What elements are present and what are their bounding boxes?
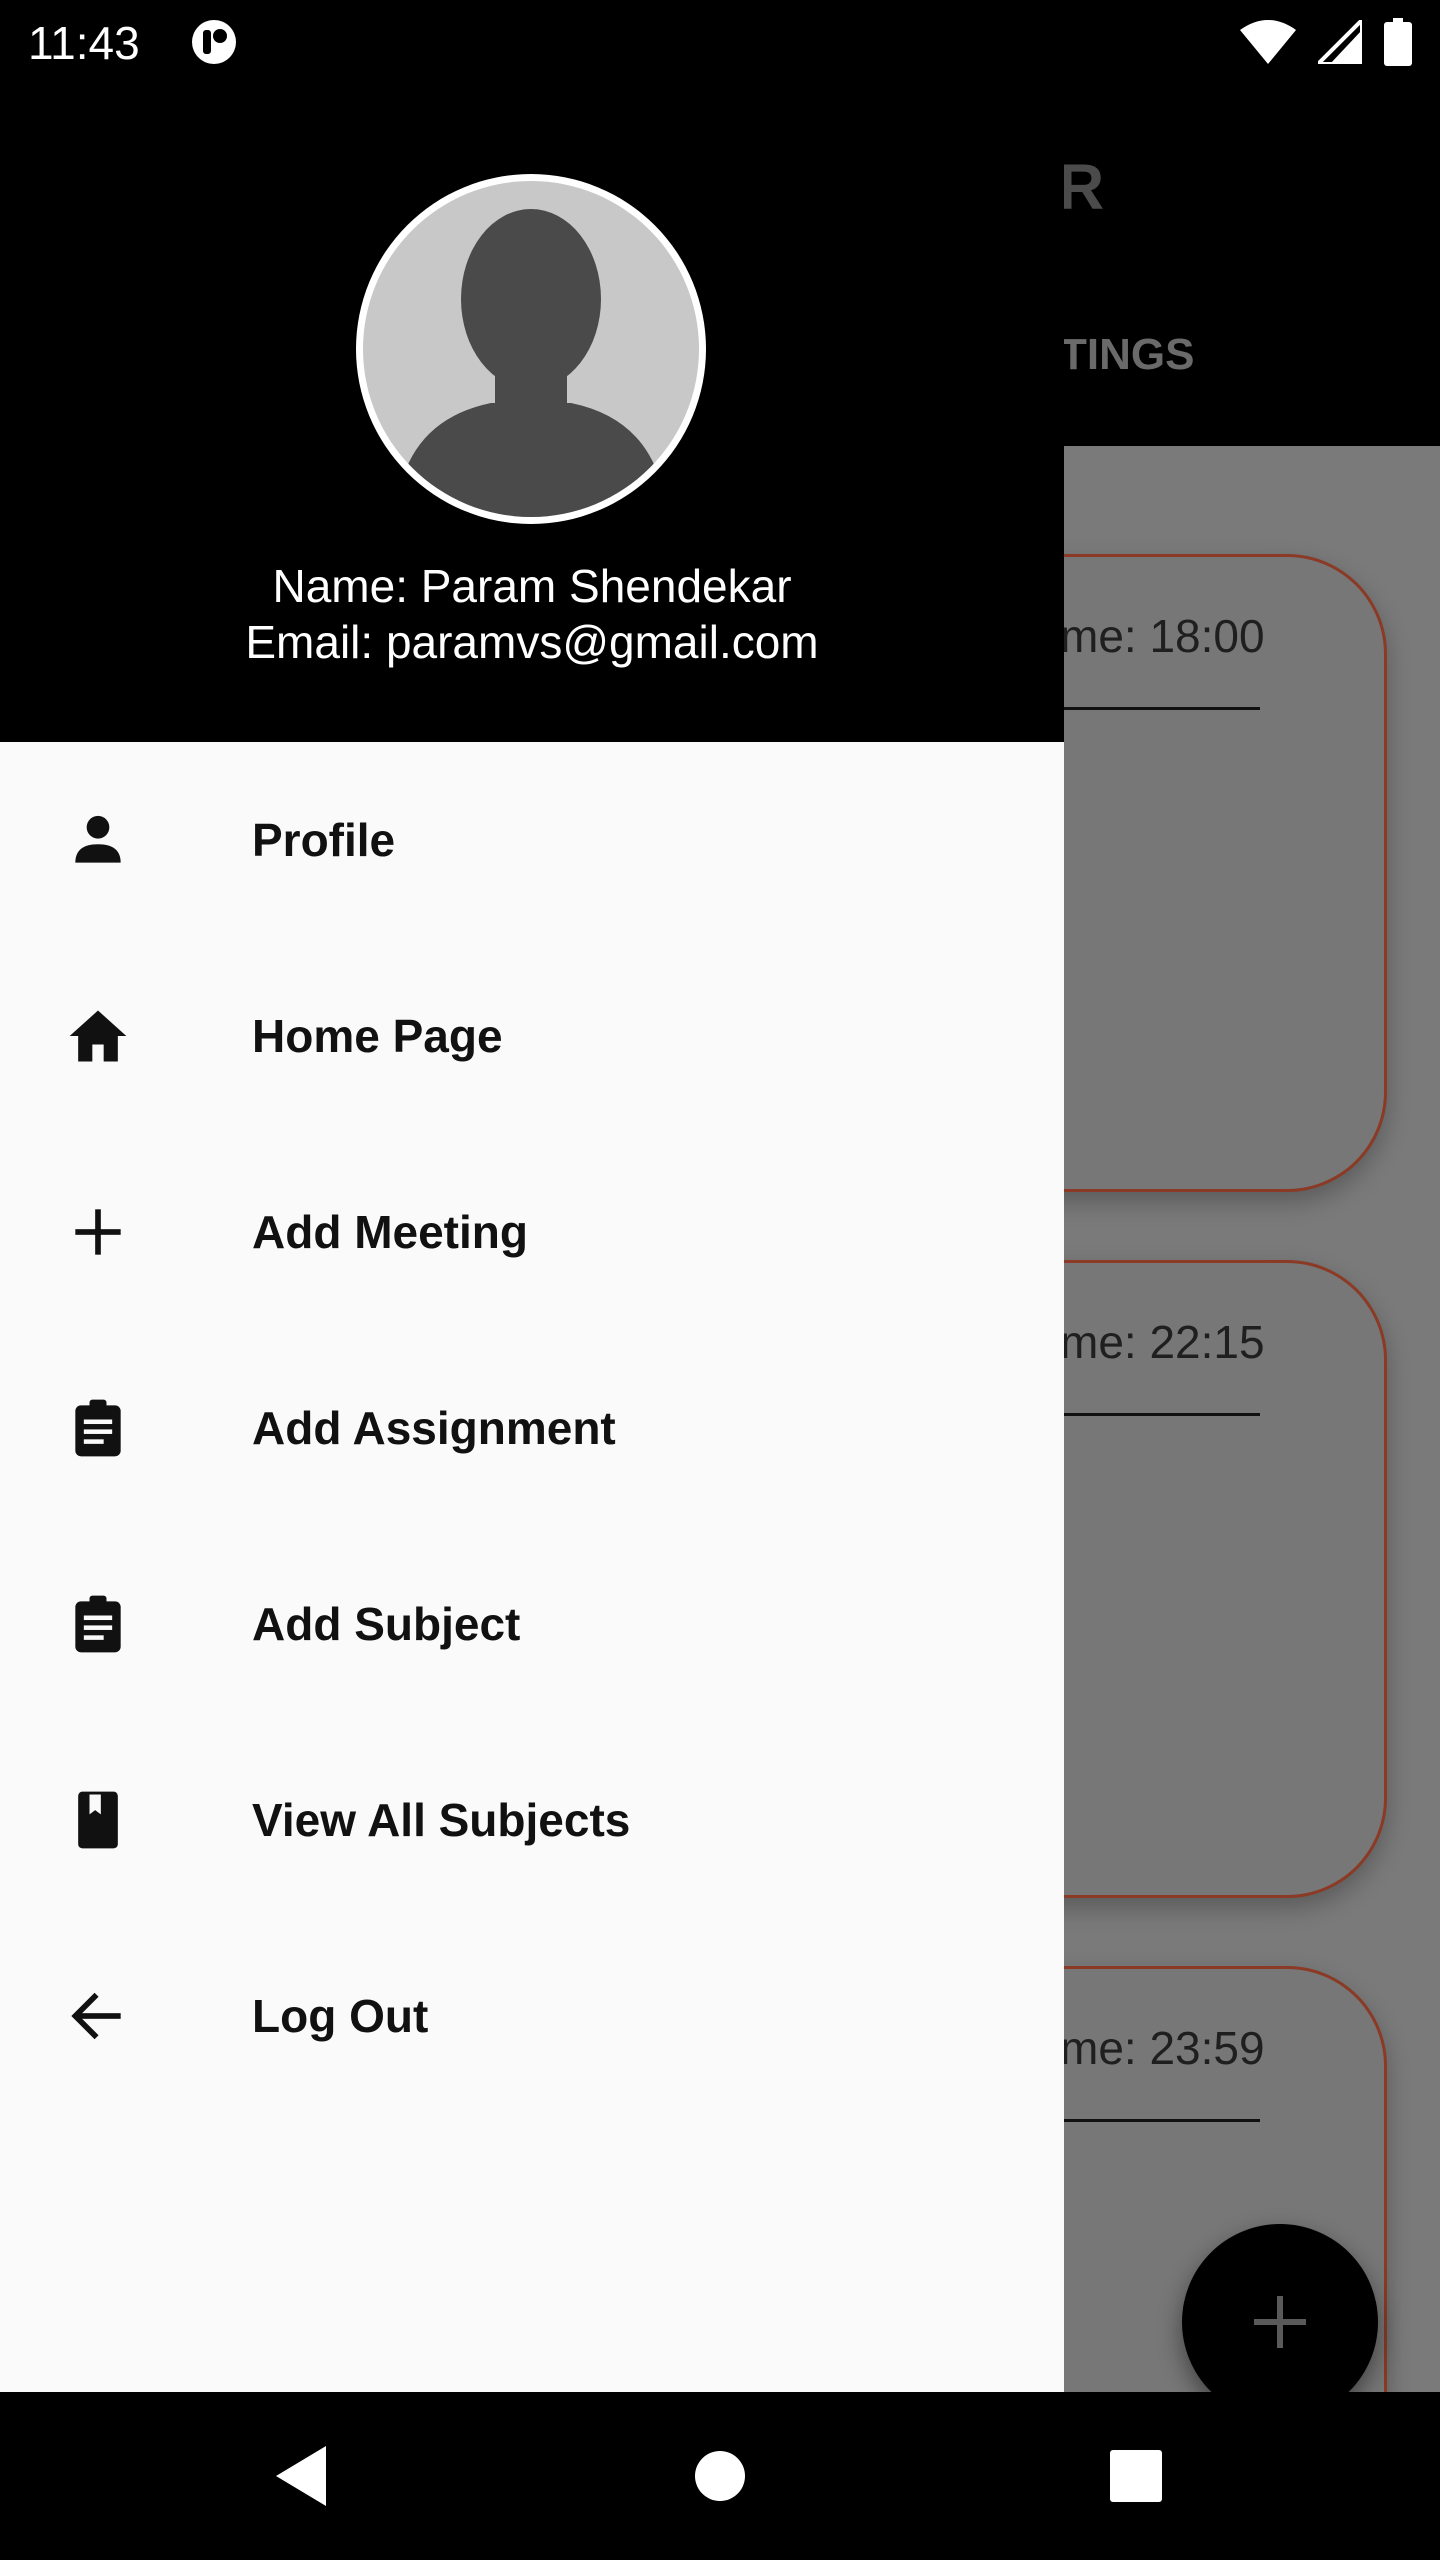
menu-item-label: Profile <box>252 814 396 866</box>
add-icon <box>1254 2296 1306 2348</box>
menu-item-add-assignment[interactable]: Add Assignment <box>0 1330 1064 1526</box>
status-bar: 11:43 <box>0 0 1440 84</box>
plus-icon <box>75 1209 121 1255</box>
menu-item-label: Log Out <box>252 1990 429 2042</box>
nav-recents-icon[interactable] <box>1096 2436 1176 2516</box>
menu-item-view-all-subjects[interactable]: View All Subjects <box>0 1722 1064 1918</box>
home-icon <box>69 1010 127 1062</box>
user-name: Name: Param Shendekar <box>272 560 792 612</box>
menu-item-label: Home Page <box>252 1010 503 1062</box>
nav-back-icon[interactable] <box>262 2436 342 2516</box>
background-app-title: R <box>1058 151 1105 223</box>
background-tab-meetings: TINGS <box>1060 330 1195 379</box>
drawer-header: Name: Param Shendekar Email: paramvs@gma… <box>0 84 1064 742</box>
battery-icon <box>1384 18 1412 66</box>
menu-item-label: Add Subject <box>252 1598 521 1650</box>
book-icon <box>78 1791 118 1849</box>
add-fab-button[interactable] <box>1182 2224 1378 2420</box>
clipboard-icon <box>75 1595 121 1653</box>
signal-icon <box>1318 20 1362 64</box>
menu-item-label: Add Assignment <box>252 1402 616 1454</box>
clipboard-icon <box>75 1399 121 1457</box>
card-divider <box>1060 2119 1260 2122</box>
arrow-back-icon <box>71 1992 121 2040</box>
nav-home-icon[interactable] <box>680 2436 760 2516</box>
menu-item-home-page[interactable]: Home Page <box>0 938 1064 1134</box>
person-silhouette-icon <box>403 209 659 517</box>
card-divider <box>1060 707 1260 710</box>
menu-item-add-meeting[interactable]: Add Meeting <box>0 1134 1064 1330</box>
meeting-card-time: me: 22:15 <box>1060 1316 1265 1368</box>
user-email: Email: paramvs@gmail.com <box>245 616 819 668</box>
avatar[interactable] <box>356 174 706 524</box>
drawer-menu: Profile Home Page Add Meeting Add Assign… <box>0 742 1064 2114</box>
meeting-card-time: me: 23:59 <box>1060 2022 1265 2074</box>
app-notification-icon <box>192 20 236 64</box>
meeting-card-time: me: 18:00 <box>1060 610 1265 662</box>
navigation-drawer: Name: Param Shendekar Email: paramvs@gma… <box>0 84 1064 2392</box>
menu-item-add-subject[interactable]: Add Subject <box>0 1526 1064 1722</box>
status-time: 11:43 <box>28 17 140 69</box>
person-icon <box>75 815 121 863</box>
system-nav-bar <box>0 2392 1440 2560</box>
menu-item-profile[interactable]: Profile <box>0 742 1064 938</box>
menu-item-label: View All Subjects <box>252 1794 631 1846</box>
menu-item-log-out[interactable]: Log Out <box>0 1918 1064 2114</box>
wifi-icon <box>1240 20 1296 64</box>
card-divider <box>1060 1413 1260 1416</box>
menu-item-label: Add Meeting <box>252 1206 528 1258</box>
